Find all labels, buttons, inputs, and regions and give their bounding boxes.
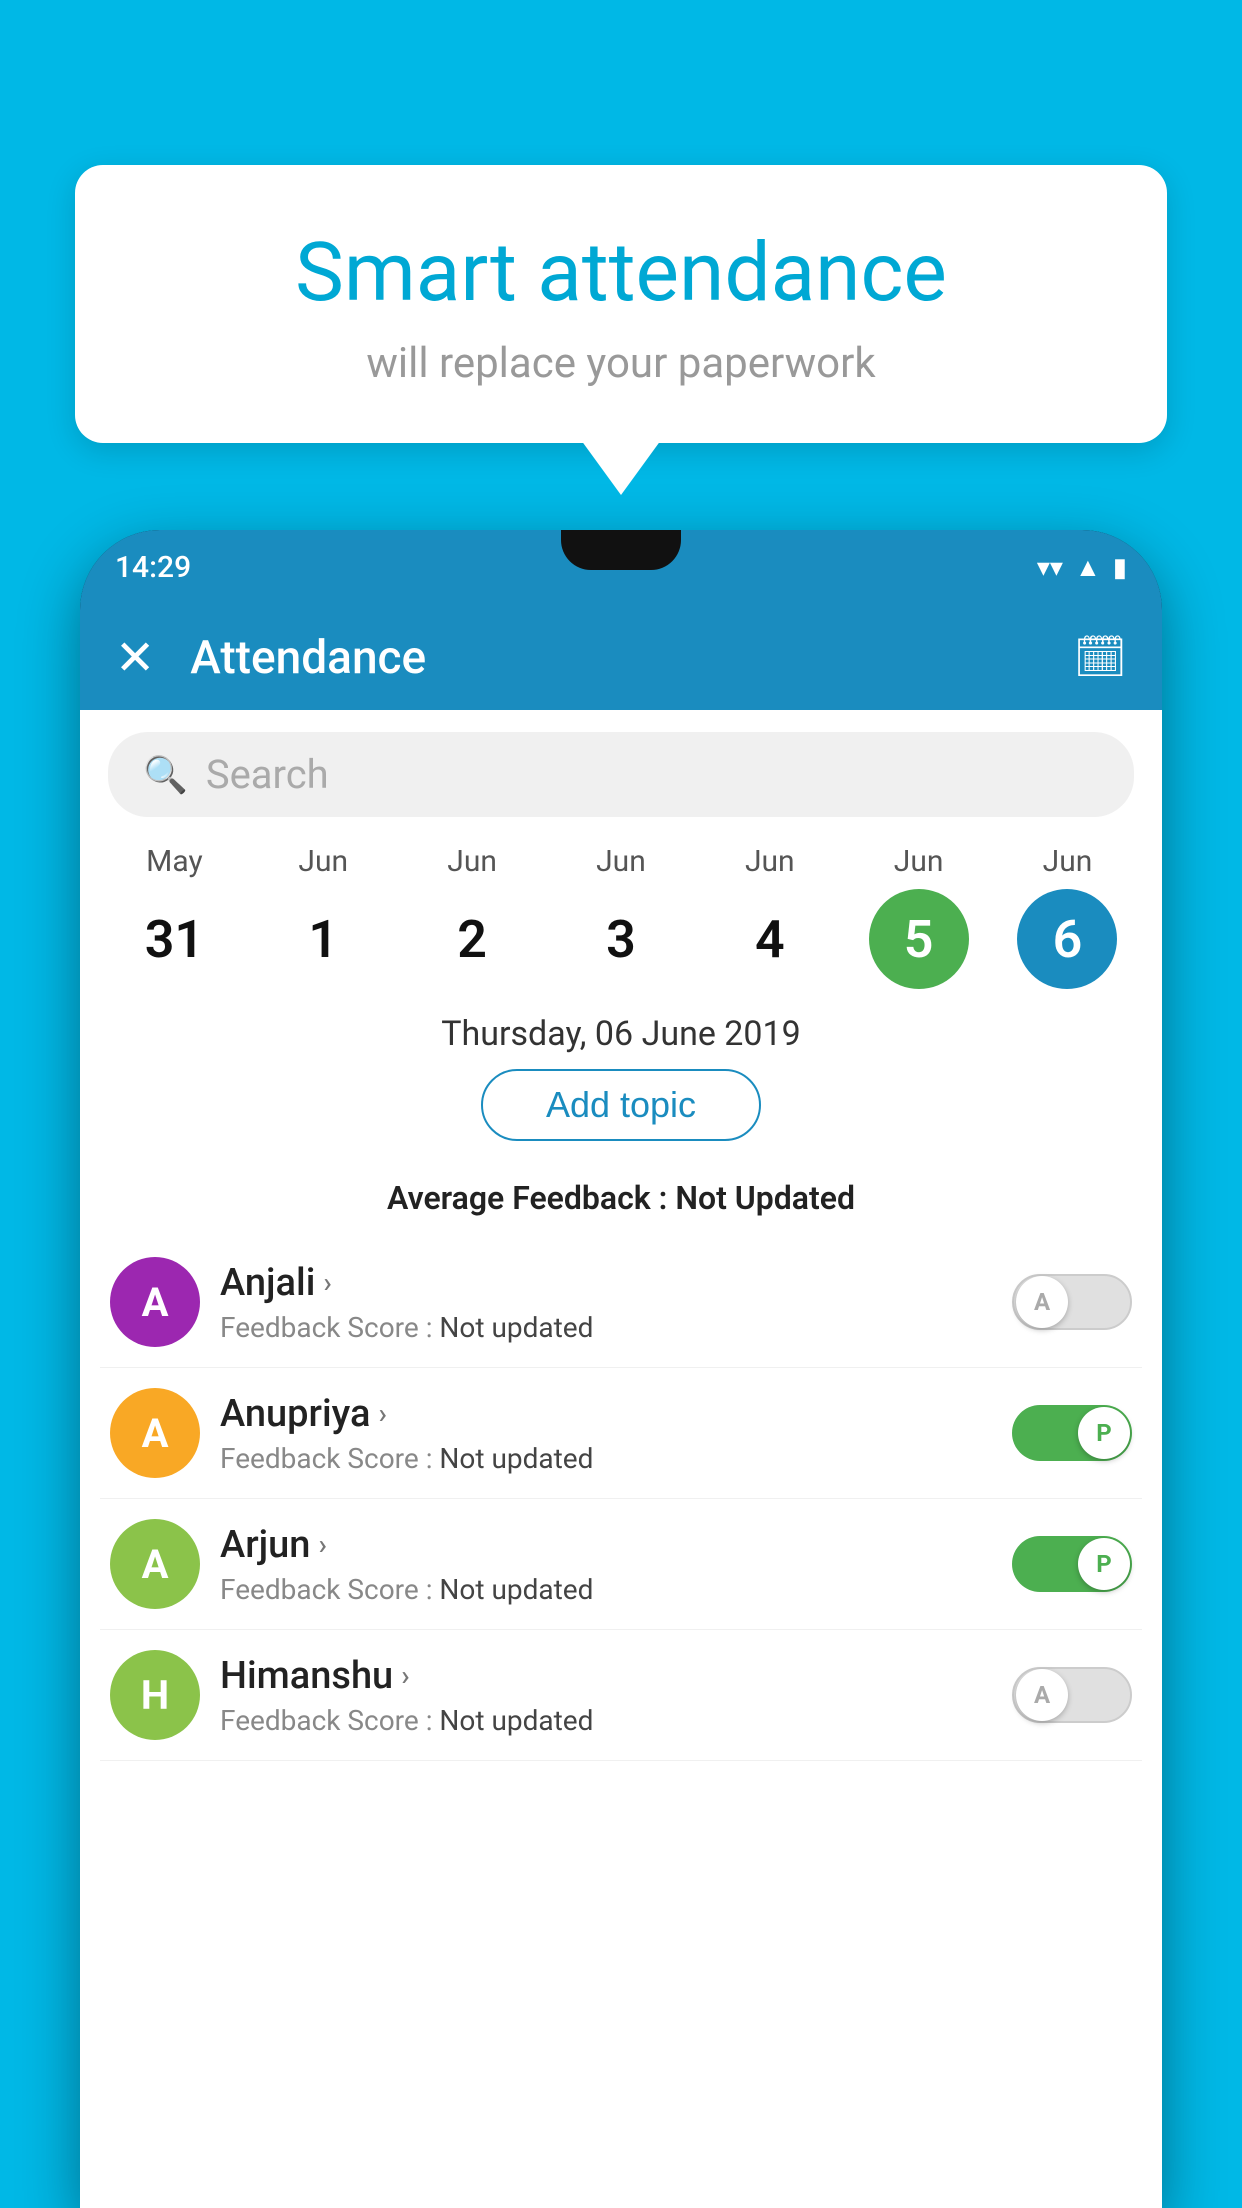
cal-date-number[interactable]: 3 <box>571 889 671 989</box>
search-bar[interactable]: 🔍 Search <box>108 732 1134 817</box>
student-avatar: H <box>110 1650 200 1740</box>
calendar-strip: May 31 Jun 1 Jun 2 Jun 3 Jun 4 Jun 5 Jun 6 <box>80 829 1162 994</box>
student-item[interactable]: A Anupriya › Feedback Score : Not updated P <box>100 1368 1142 1499</box>
student-info: Anupriya › Feedback Score : Not updated <box>220 1392 992 1475</box>
app-content: 🔍 Search May 31 Jun 1 Jun 2 Jun 3 Jun 4 Jun 5 Jun 6 T… <box>80 710 1162 2208</box>
chevron-icon: › <box>318 1528 326 1561</box>
cal-date-number[interactable]: 1 <box>273 889 373 989</box>
attendance-toggle[interactable]: P <box>1012 1405 1132 1461</box>
status-icons: ▾▾ ▲ ▮ <box>1037 552 1127 583</box>
feedback-value: Not updated <box>439 1442 593 1475</box>
battery-icon: ▮ <box>1113 553 1127 583</box>
bubble-title: Smart attendance <box>145 225 1097 321</box>
feedback-value: Not updated <box>439 1573 593 1606</box>
toggle-knob: P <box>1078 1407 1130 1459</box>
notch <box>561 530 681 570</box>
avg-feedback: Average Feedback : Not Updated <box>80 1179 1162 1217</box>
student-avatar: A <box>110 1388 200 1478</box>
calendar-day[interactable]: May 31 <box>114 844 234 989</box>
phone-frame: 14:29 ▾▾ ▲ ▮ ✕ Attendance 🗓 🔍 Search May… <box>80 530 1162 2208</box>
calendar-day[interactable]: Jun 1 <box>263 844 383 989</box>
calendar-day[interactable]: Jun 6 <box>1007 844 1127 989</box>
chevron-icon: › <box>401 1659 409 1692</box>
student-list: AAnjali ›Feedback Score : Not updatedAAA… <box>80 1237 1162 1761</box>
toggle-knob: A <box>1016 1669 1068 1721</box>
cal-month-label: May <box>146 844 202 879</box>
feedback-value: Not updated <box>439 1311 593 1344</box>
bubble-subtitle: will replace your paperwork <box>145 339 1097 388</box>
feedback-value: Not updated <box>439 1704 593 1737</box>
search-icon: 🔍 <box>143 754 188 796</box>
cal-month-label: Jun <box>298 844 348 879</box>
calendar-day[interactable]: Jun 2 <box>412 844 532 989</box>
cal-date-number[interactable]: 31 <box>124 889 224 989</box>
cal-month-label: Jun <box>447 844 497 879</box>
student-name[interactable]: Anupriya › <box>220 1392 992 1436</box>
student-info: Arjun › Feedback Score : Not updated <box>220 1523 992 1606</box>
student-avatar: A <box>110 1257 200 1347</box>
student-info: Anjali › Feedback Score : Not updated <box>220 1261 992 1344</box>
toggle-knob: A <box>1016 1276 1068 1328</box>
student-info: Himanshu › Feedback Score : Not updated <box>220 1654 992 1737</box>
student-feedback: Feedback Score : Not updated <box>220 1442 992 1475</box>
student-item[interactable]: A Arjun › Feedback Score : Not updated P <box>100 1499 1142 1630</box>
signal-icon: ▲ <box>1075 552 1101 583</box>
cal-date-number[interactable]: 5 <box>869 889 969 989</box>
cal-month-label: Jun <box>596 844 646 879</box>
speech-bubble: Smart attendance will replace your paper… <box>75 165 1167 443</box>
page-title: Attendance <box>190 631 1073 685</box>
toggle-knob: P <box>1078 1538 1130 1590</box>
student-item[interactable]: A Anjali › Feedback Score : Not updated A <box>100 1237 1142 1368</box>
avg-feedback-label: Average Feedback : <box>387 1179 675 1217</box>
chevron-icon: › <box>323 1266 331 1299</box>
student-avatar: A <box>110 1519 200 1609</box>
student-feedback: Feedback Score : Not updated <box>220 1311 992 1344</box>
cal-month-label: Jun <box>894 844 944 879</box>
attendance-toggle[interactable]: A <box>1012 1274 1132 1330</box>
calendar-day[interactable]: Jun 3 <box>561 844 681 989</box>
wifi-icon: ▾▾ <box>1037 553 1063 583</box>
avg-feedback-value: Not Updated <box>675 1179 855 1217</box>
student-item[interactable]: H Himanshu › Feedback Score : Not updated A <box>100 1630 1142 1761</box>
calendar-day[interactable]: Jun 4 <box>710 844 830 989</box>
student-name[interactable]: Arjun › <box>220 1523 992 1567</box>
add-topic-button[interactable]: Add topic <box>481 1069 761 1141</box>
chevron-icon: › <box>378 1397 386 1430</box>
selected-date-label: Thursday, 06 June 2019 <box>80 1014 1162 1054</box>
cal-date-number[interactable]: 2 <box>422 889 522 989</box>
app-header: ✕ Attendance 🗓 <box>80 605 1162 710</box>
student-feedback: Feedback Score : Not updated <box>220 1704 992 1737</box>
student-name[interactable]: Anjali › <box>220 1261 992 1305</box>
close-button[interactable]: ✕ <box>115 629 155 686</box>
cal-date-number[interactable]: 4 <box>720 889 820 989</box>
calendar-icon[interactable]: 🗓 <box>1074 633 1127 682</box>
search-input[interactable]: Search <box>206 751 329 798</box>
student-feedback: Feedback Score : Not updated <box>220 1573 992 1606</box>
cal-month-label: Jun <box>745 844 795 879</box>
calendar-day[interactable]: Jun 5 <box>859 844 979 989</box>
cal-date-number[interactable]: 6 <box>1017 889 1117 989</box>
cal-month-label: Jun <box>1043 844 1093 879</box>
status-time: 14:29 <box>115 550 191 585</box>
status-bar: 14:29 ▾▾ ▲ ▮ <box>80 530 1162 605</box>
student-name[interactable]: Himanshu › <box>220 1654 992 1698</box>
attendance-toggle[interactable]: A <box>1012 1667 1132 1723</box>
attendance-toggle[interactable]: P <box>1012 1536 1132 1592</box>
